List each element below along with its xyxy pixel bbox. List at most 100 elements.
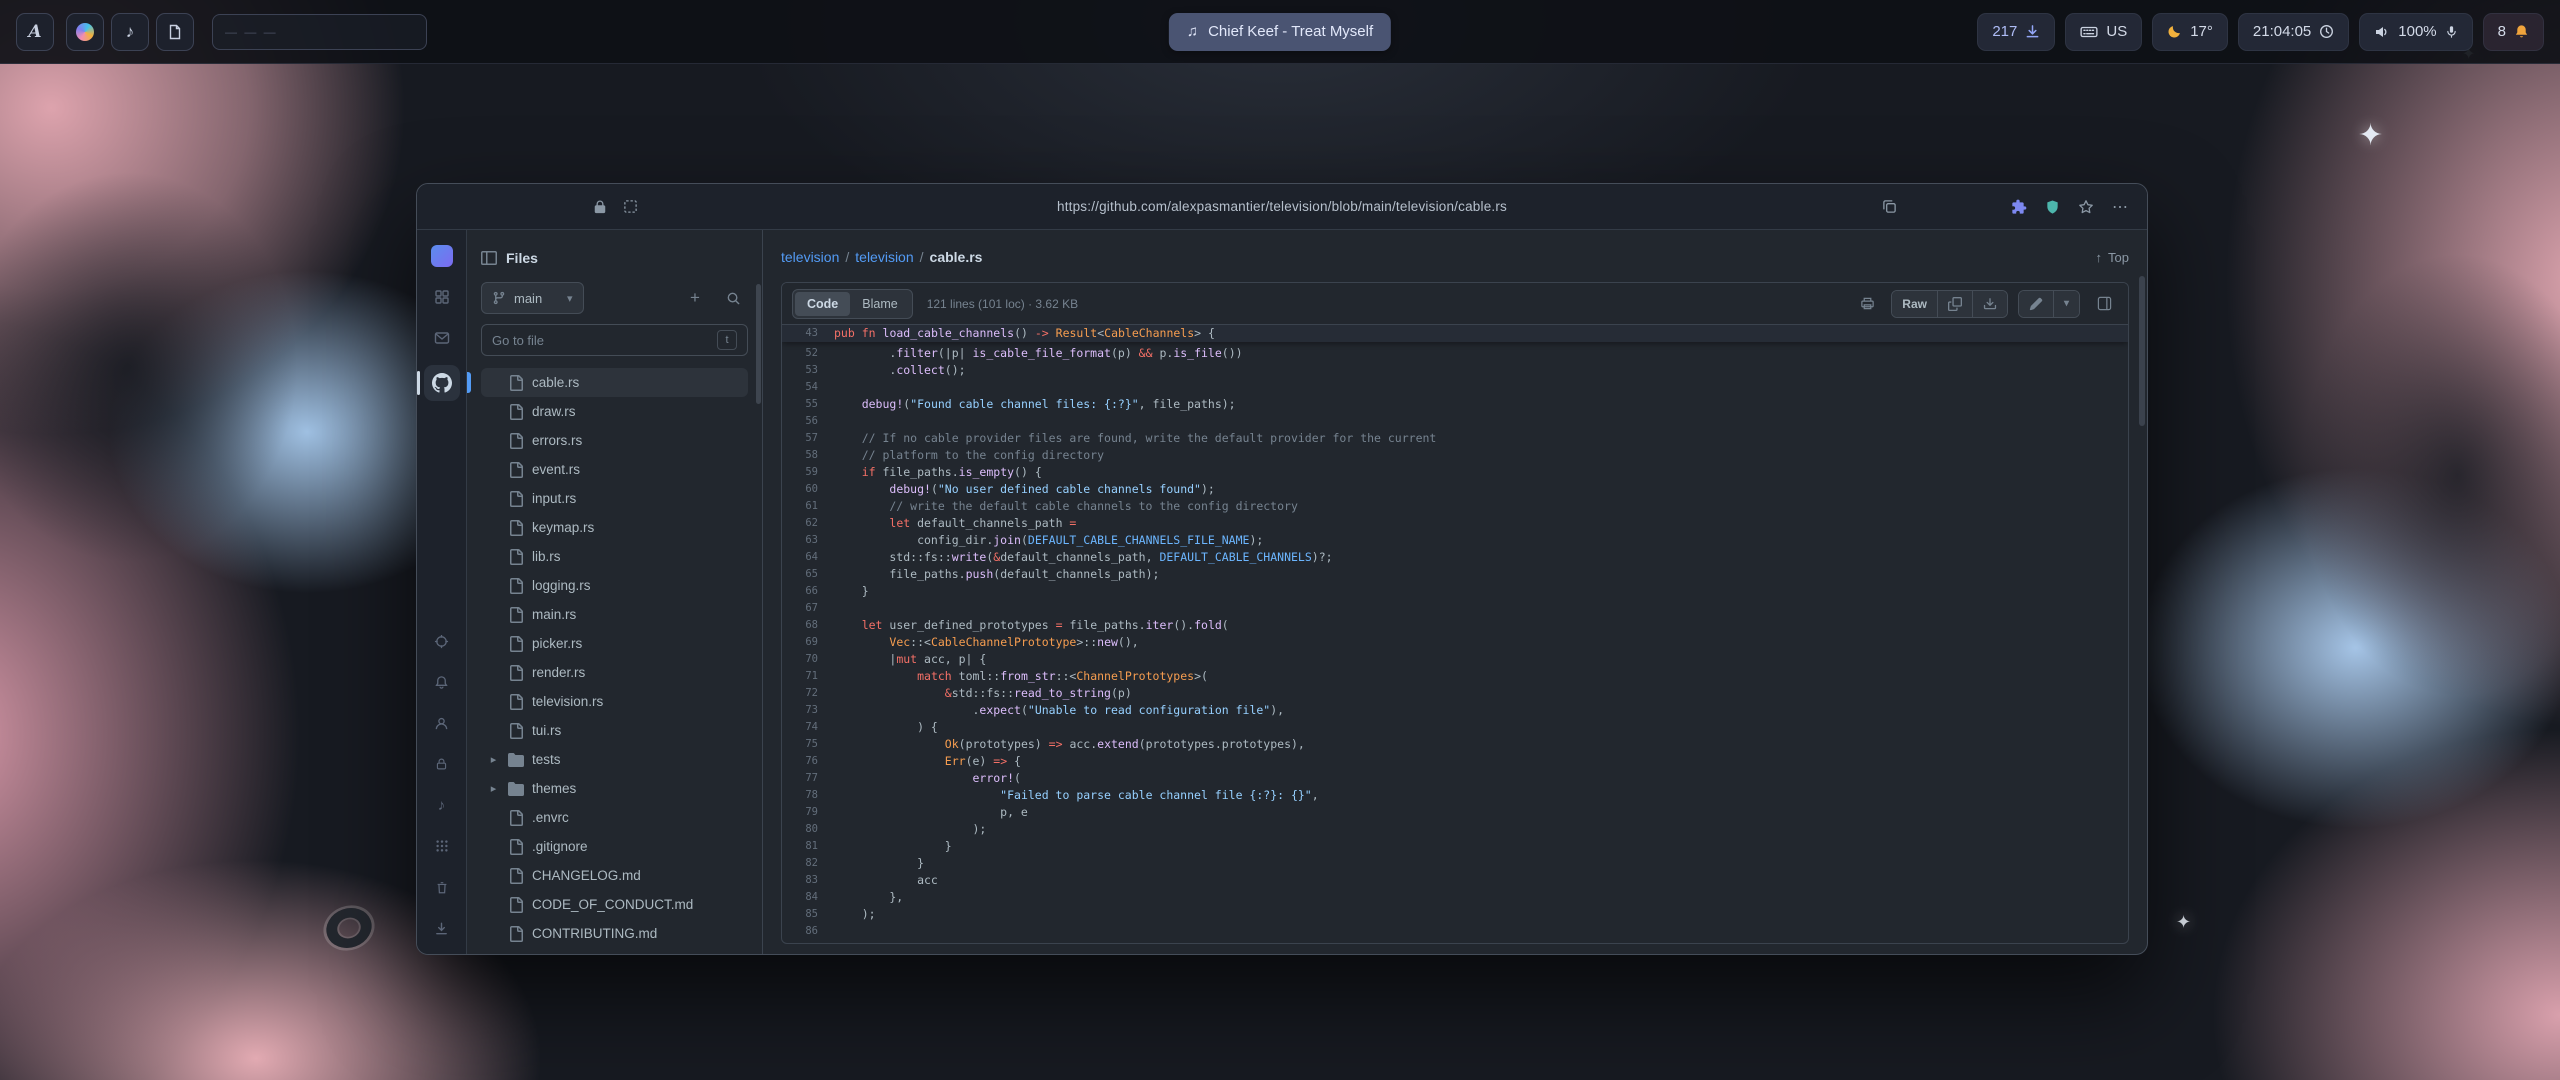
line-number[interactable]: 56 [782,413,834,430]
notifications-widget[interactable]: 8 [2483,13,2544,51]
tree-file-tui.rs[interactable]: tui.rs [481,716,748,745]
tree-file-CHANGELOG.md[interactable]: CHANGELOG.md [481,861,748,890]
music-launcher-button[interactable]: ♪ [111,13,149,51]
files-launcher-button[interactable] [156,13,194,51]
tree-file-CONTRIBUTING.md[interactable]: CONTRIBUTING.md [481,919,748,948]
alerts-button[interactable] [428,668,456,696]
volume-widget[interactable]: 100% [2359,13,2472,51]
bookmark-star-icon[interactable] [2078,199,2094,215]
line-number[interactable]: 72 [782,685,834,702]
now-playing-widget[interactable]: ♫ Chief Keef - Treat Myself [1169,13,1391,51]
line-number[interactable]: 73 [782,702,834,719]
tree-file-event.rs[interactable]: event.rs [481,455,748,484]
new-file-button[interactable]: + [680,283,710,313]
url-bar[interactable]: https://github.com/alexpasmantier/televi… [1057,199,1507,214]
line-number[interactable]: 79 [782,804,834,821]
symbols-panel-button[interactable] [2090,290,2118,318]
line-number[interactable]: 71 [782,668,834,685]
line-number[interactable]: 77 [782,770,834,787]
raw-button[interactable]: Raw [1892,291,1938,317]
tree-folder-themes[interactable]: ▸themes [481,774,748,803]
tree-file-lib.rs[interactable]: lib.rs [481,542,748,571]
line-number[interactable]: 60 [782,481,834,498]
line-number[interactable]: 61 [782,498,834,515]
tree-file-picker.rs[interactable]: picker.rs [481,629,748,658]
line-number[interactable]: 58 [782,447,834,464]
apps-grid-button[interactable] [428,283,456,311]
menu-ellipsis-icon[interactable]: ⋯ [2112,197,2129,217]
branch-selector[interactable]: main ▾ [481,282,584,314]
line-number[interactable]: 64 [782,549,834,566]
breadcrumb-repo[interactable]: television [781,249,839,265]
tree-file-draw.rs[interactable]: draw.rs [481,397,748,426]
search-tree-button[interactable] [718,283,748,313]
account-button[interactable] [428,709,456,737]
browser-launcher-button[interactable] [66,13,104,51]
tree-file-.gitignore[interactable]: .gitignore [481,832,748,861]
extension-shield-icon[interactable] [2045,199,2060,215]
lock-icon[interactable] [593,200,607,214]
download-raw-button[interactable] [1973,291,2007,317]
tab-blame[interactable]: Blame [850,292,909,316]
media-button[interactable]: ♪ [428,791,456,819]
goto-file-input[interactable] [492,333,709,348]
line-number[interactable]: 81 [782,838,834,855]
line-number[interactable]: 82 [782,855,834,872]
edit-dropdown-button[interactable]: ▾ [2054,291,2079,317]
screenshot-icon[interactable] [623,199,638,214]
goto-file-box[interactable]: t [481,324,748,356]
weather-widget[interactable]: 17° [2152,13,2228,51]
back-to-top-link[interactable]: ↑ Top [2096,250,2129,265]
chevron-right-icon[interactable]: ▸ [487,753,500,766]
tree-file-.envrc[interactable]: .envrc [481,803,748,832]
line-number[interactable]: 70 [782,651,834,668]
tree-file-main.rs[interactable]: main.rs [481,600,748,629]
tab-github-active[interactable] [424,365,460,401]
line-number[interactable]: 80 [782,821,834,838]
tree-file-cable.rs[interactable]: cable.rs [481,368,748,397]
window-title-box[interactable]: — — — [212,14,427,50]
line-number[interactable]: 74 [782,719,834,736]
tree-file-keymap.rs[interactable]: keymap.rs [481,513,748,542]
line-number[interactable]: 67 [782,600,834,617]
line-number[interactable]: 55 [782,396,834,413]
line-number[interactable]: 85 [782,906,834,923]
copy-page-icon[interactable] [1882,199,1897,214]
tree-file-television.rs[interactable]: television.rs [481,687,748,716]
sidebar-scrollbar[interactable] [756,284,761,404]
line-number[interactable]: 68 [782,617,834,634]
page-scrollbar[interactable] [2139,276,2145,426]
tab-code[interactable]: Code [795,292,850,316]
line-number[interactable]: 86 [782,923,834,940]
tree-file-logging.rs[interactable]: logging.rs [481,571,748,600]
line-number[interactable]: 52 [782,345,834,362]
line-number[interactable]: 78 [782,787,834,804]
edit-button[interactable] [2019,291,2054,317]
line-number[interactable]: 63 [782,532,834,549]
tree-file-CODE_OF_CONDUCT.md[interactable]: CODE_OF_CONDUCT.md [481,890,748,919]
trash-button[interactable] [428,873,456,901]
chevron-right-icon[interactable]: ▸ [487,782,500,795]
code-scroll-area[interactable]: 43pub fn load_cable_channels() -> Result… [782,325,2128,943]
breadcrumb-folder[interactable]: television [855,249,913,265]
line-number[interactable]: 65 [782,566,834,583]
line-number[interactable]: 76 [782,753,834,770]
line-number[interactable]: 54 [782,379,834,396]
line-number[interactable]: 84 [782,889,834,906]
network-widget[interactable]: 217 [1977,13,2055,51]
line-number[interactable]: 66 [782,583,834,600]
line-number[interactable]: 83 [782,872,834,889]
mail-tab-button[interactable] [428,324,456,352]
line-number[interactable]: 53 [782,362,834,379]
panel-icon[interactable] [481,250,497,266]
print-button[interactable] [1853,290,1881,318]
extension-puzzle-icon[interactable] [2011,199,2027,215]
keyboard-layout-widget[interactable]: US [2065,13,2142,51]
tree-file-input.rs[interactable]: input.rs [481,484,748,513]
line-number[interactable]: 62 [782,515,834,532]
line-number[interactable]: 75 [782,736,834,753]
line-number[interactable]: 69 [782,634,834,651]
extensions-grid-button[interactable] [428,832,456,860]
workspace-button[interactable] [428,242,456,270]
line-number[interactable]: 59 [782,464,834,481]
